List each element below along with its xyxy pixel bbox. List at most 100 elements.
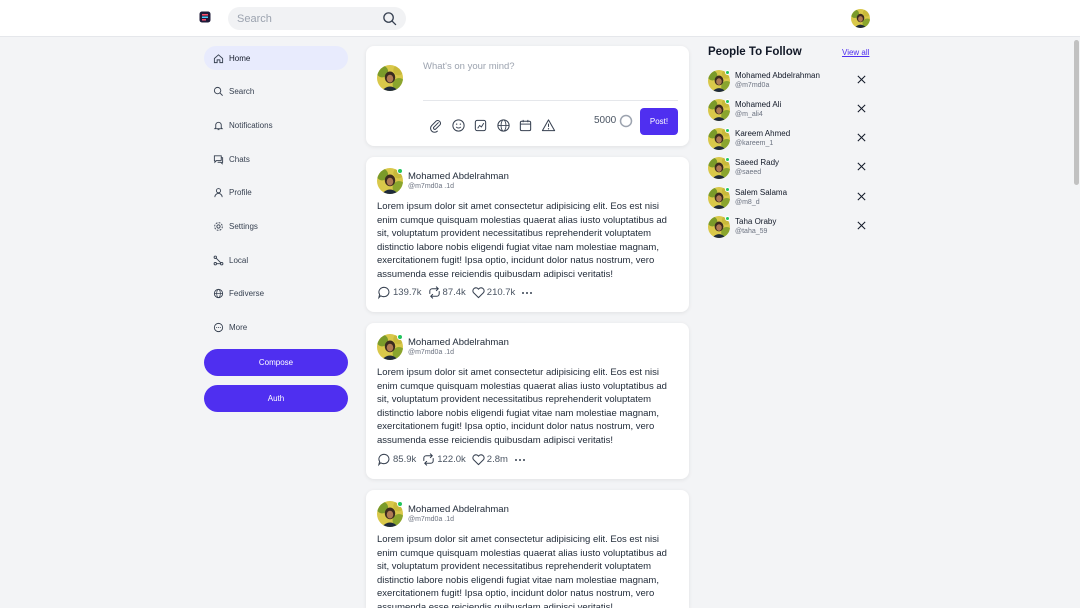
online-indicator (397, 334, 403, 340)
more-options-icon[interactable] (513, 453, 527, 467)
compose-button[interactable]: Compose (204, 349, 348, 376)
warning-icon[interactable] (541, 118, 556, 133)
globe-icon[interactable] (496, 118, 511, 133)
follow-avatar (708, 157, 730, 179)
follow-name: Salem Salama (735, 188, 788, 197)
sidebar-item-home[interactable]: Home (204, 46, 348, 70)
sidebar-item-settings[interactable]: Settings (204, 214, 348, 238)
post-avatar[interactable] (377, 334, 403, 360)
post-avatar[interactable] (377, 501, 403, 527)
sidebar-nav: Home Search Notifications Chats Profile … (204, 46, 348, 349)
post-author-handle: @m7md0a .1d (408, 516, 455, 523)
follow-suggestion[interactable]: Kareem Ahmed @kareem_1 (708, 128, 870, 152)
emoji-icon[interactable] (451, 118, 466, 133)
follow-suggestion[interactable]: Mohamed Abdelrahman @m7md0a (708, 70, 870, 94)
like-count: 210.7k (486, 287, 516, 298)
app-logo[interactable] (199, 11, 211, 24)
online-indicator (725, 216, 730, 221)
follow-avatar (708, 187, 730, 209)
follow-handle: @m_ali4 (735, 111, 763, 118)
sidebar-item-search[interactable]: Search (204, 80, 348, 104)
post-card: Mohamed Abdelrahman @m7md0a .1d Lorem ip… (366, 490, 689, 608)
globe-icon (213, 289, 224, 299)
post-author-handle: @m7md0a .1d (408, 349, 455, 356)
close-icon[interactable] (856, 161, 867, 172)
post-author-name[interactable]: Mohamed Abdelrahman (408, 337, 509, 348)
post-author-name[interactable]: Mohamed Abdelrahman (408, 171, 509, 182)
composer-avatar (377, 65, 403, 91)
search-icon (213, 87, 223, 97)
comment-icon (377, 286, 390, 300)
compose-textarea[interactable] (423, 61, 678, 101)
search-input[interactable] (237, 10, 377, 27)
online-indicator (725, 70, 730, 75)
sidebar-item-profile[interactable]: Profile (204, 181, 348, 205)
like-button[interactable]: 210.7k (471, 285, 516, 300)
reply-button[interactable]: 139.7k (377, 285, 422, 300)
follow-suggestion[interactable]: Saeed Rady @saeed (708, 157, 870, 181)
repost-button[interactable]: 122.0k (421, 452, 466, 467)
heart-icon (472, 454, 485, 466)
like-count: 2.8m (486, 454, 508, 465)
post-avatar[interactable] (377, 168, 403, 194)
sidebar-item-fediverse[interactable]: Fediverse (204, 282, 348, 306)
search-icon[interactable] (382, 11, 397, 26)
post-composer: 5000 Post! (366, 46, 689, 146)
follow-suggestion[interactable]: Salem Salama @m8_d (708, 187, 870, 211)
sidebar-item-label: Chats (229, 154, 250, 164)
post-button[interactable]: Post! (640, 108, 678, 135)
more-options-icon[interactable] (520, 286, 534, 300)
repost-icon (423, 453, 434, 466)
composer-toolbar (428, 118, 563, 133)
reply-button[interactable]: 85.9k (377, 452, 416, 467)
sidebar-item-label: Settings (229, 221, 258, 231)
post-card: Mohamed Abdelrahman @m7md0a .1d Lorem ip… (366, 323, 689, 479)
attachment-icon[interactable] (428, 118, 443, 133)
post-author-name[interactable]: Mohamed Abdelrahman (408, 504, 509, 515)
sidebar-item-local[interactable]: Local (204, 248, 348, 272)
follow-name: Taha Oraby (735, 217, 777, 226)
sidebar-item-label: Fediverse (229, 289, 265, 299)
chart-icon[interactable] (473, 118, 488, 133)
sidebar-item-label: Home (229, 53, 251, 63)
online-indicator (397, 168, 403, 174)
sidebar-item-label: Search (229, 87, 255, 97)
close-icon[interactable] (856, 132, 867, 143)
close-icon[interactable] (856, 103, 867, 114)
repost-button[interactable]: 87.4k (427, 285, 466, 300)
sidebar-item-notifications[interactable]: Notifications (204, 113, 348, 137)
char-progress-ring (619, 114, 633, 128)
user-icon (214, 188, 223, 198)
close-icon[interactable] (856, 220, 867, 231)
local-icon (213, 255, 224, 265)
post-body: Lorem ipsum dolor sit amet consectetur a… (377, 534, 667, 608)
post-body: Lorem ipsum dolor sit amet consectetur a… (377, 367, 667, 446)
user-avatar[interactable] (851, 9, 870, 28)
follow-handle: @m7md0a (735, 82, 770, 89)
sidebar-item-chats[interactable]: Chats (204, 147, 348, 171)
bell-icon (213, 121, 224, 130)
post-body: Lorem ipsum dolor sit amet consectetur a… (377, 201, 667, 280)
follow-handle: @m8_d (735, 199, 760, 206)
page-scrollbar[interactable] (1072, 37, 1080, 608)
scrollbar-thumb[interactable] (1074, 40, 1079, 185)
close-icon[interactable] (856, 191, 867, 202)
follow-suggestion[interactable]: Taha Oraby @taha_59 (708, 216, 870, 240)
search-bar (228, 7, 406, 30)
follow-handle: @kareem_1 (735, 140, 774, 147)
online-indicator (725, 157, 730, 162)
calendar-icon[interactable] (518, 118, 533, 133)
view-all-link[interactable]: View all (842, 48, 869, 57)
home-icon (213, 53, 224, 63)
like-button[interactable]: 2.8m (471, 452, 508, 467)
follow-avatar (708, 216, 730, 238)
close-icon[interactable] (856, 74, 867, 85)
sidebar-item-more[interactable]: More (204, 316, 348, 340)
more-circle-icon (213, 322, 224, 333)
auth-button[interactable]: Auth (204, 385, 348, 412)
follow-suggestion[interactable]: Mohamed Ali @m_ali4 (708, 99, 870, 123)
sidebar-item-label: Local (229, 255, 249, 265)
online-indicator (725, 128, 730, 133)
follow-name: Saeed Rady (735, 158, 780, 167)
reply-count: 85.9k (393, 454, 417, 465)
